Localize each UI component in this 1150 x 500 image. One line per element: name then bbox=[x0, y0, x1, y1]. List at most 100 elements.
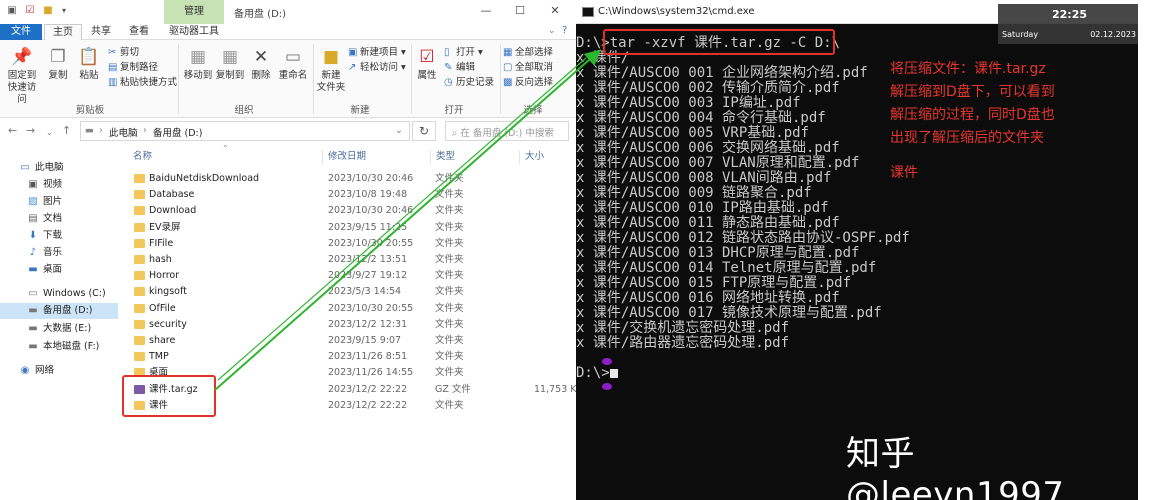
recent-dropdown-icon[interactable]: ⌄ bbox=[46, 126, 53, 140]
quick-access-dropdown-icon[interactable]: ▾ bbox=[58, 5, 70, 17]
edit-button[interactable]: ✎ 编辑 bbox=[444, 61, 475, 74]
tab-share[interactable]: 共享 bbox=[84, 24, 118, 40]
annotation-line: 解压缩到D盘下，可以看到 bbox=[890, 84, 1055, 100]
table-row[interactable]: FIFile 2023/10/30 20:55 文件夹 bbox=[118, 236, 576, 252]
folder-icon[interactable]: ■ bbox=[42, 5, 54, 17]
nav-item-network[interactable]: ◉ 网络 bbox=[0, 363, 118, 379]
table-row[interactable]: hash 2023/12/2 13:51 文件夹 bbox=[118, 252, 576, 268]
tab-view[interactable]: 查看 bbox=[122, 24, 156, 40]
paste-shortcut-button[interactable]: ▥ 粘贴快捷方式 bbox=[108, 76, 177, 89]
select-all-button[interactable]: ▦ 全部选择 bbox=[503, 46, 553, 59]
chevron-down-icon[interactable]: ⌄ bbox=[395, 125, 403, 136]
address-row: ← → ⌄ ↑ ▬ › 此电脑 › 备用盘 (D:) ⌄ ↻ ⌕ 在 备用盘 (… bbox=[0, 118, 576, 144]
tab-file[interactable]: 文件 bbox=[0, 24, 42, 40]
nav-item-videos[interactable]: ▣ 视频 bbox=[0, 177, 118, 193]
forward-icon[interactable]: → bbox=[26, 124, 35, 138]
column-header-size[interactable]: 大小 bbox=[525, 148, 544, 166]
table-row[interactable]: Download 2023/10/30 20:46 文件夹 bbox=[118, 203, 576, 219]
invert-selection-button[interactable]: ▩ 反向选择 bbox=[503, 76, 553, 89]
collapse-ribbon-icon[interactable]: ⌄ bbox=[548, 26, 556, 36]
table-row[interactable]: Horror 2023/9/27 19:12 文件夹 bbox=[118, 268, 576, 284]
easy-access-button[interactable]: ↗ 轻松访问 ▾ bbox=[348, 61, 406, 74]
paste-shortcut-icon: ▥ bbox=[108, 77, 118, 88]
file-modified: 2023/11/26 8:51 bbox=[328, 351, 408, 363]
back-icon[interactable]: ← bbox=[8, 124, 17, 138]
table-row[interactable]: OfFile 2023/10/30 20:55 文件夹 bbox=[118, 301, 576, 317]
column-separator[interactable] bbox=[430, 150, 431, 164]
close-icon[interactable]: ✕ bbox=[543, 3, 567, 19]
column-header-modified[interactable]: 修改日期 bbox=[328, 148, 366, 166]
column-separator[interactable] bbox=[322, 150, 323, 164]
table-row[interactable]: share 2023/9/15 9:07 文件夹 bbox=[118, 333, 576, 349]
nav-item-this-pc[interactable]: ▭ 此电脑 bbox=[0, 160, 118, 176]
paste-button[interactable]: 📋 粘贴 bbox=[75, 46, 103, 82]
console-line-text: x 课件/AUSCO0 006 交换网络基础.pdf bbox=[576, 140, 840, 156]
save-icon[interactable]: ▣ bbox=[6, 5, 18, 17]
clock-day: Saturday bbox=[1002, 30, 1039, 39]
table-row[interactable]: BaiduNetdiskDownload 2023/10/30 20:46 文件夹 bbox=[118, 171, 576, 187]
pin-icon: 📌 bbox=[11, 47, 33, 67]
new-folder-button[interactable]: ■ 新建 文件夹 bbox=[316, 46, 346, 94]
open-button[interactable]: ▯ 打开 ▾ bbox=[444, 46, 483, 59]
manage-tab[interactable]: 管理 bbox=[164, 0, 224, 24]
nav-item-drive-f[interactable]: ▬ 本地磁盘 (F:) bbox=[0, 339, 118, 355]
file-modified: 2023/9/15 11:25 bbox=[328, 221, 408, 233]
properties-button[interactable]: ☑ 属性 bbox=[414, 46, 440, 82]
file-modified: 2023/10/30 20:46 bbox=[328, 173, 414, 184]
table-row[interactable]: kingsoft 2023/5/3 14:54 文件夹 bbox=[118, 284, 576, 300]
cut-button[interactable]: ✂ 剪切 bbox=[108, 46, 139, 59]
console-line-text: x 课件/AUSCO0 003 IP编址.pdf bbox=[576, 95, 801, 111]
nav-item-drive-e[interactable]: ▬ 大数据 (E:) bbox=[0, 321, 118, 337]
search-input[interactable]: ⌕ 在 备用盘 (D:) 中搜索 bbox=[445, 121, 569, 141]
new-item-button[interactable]: ▣ 新建项目 ▾ bbox=[348, 46, 406, 59]
nav-item-music[interactable]: ♪ 音乐 bbox=[0, 245, 118, 261]
select-none-icon: ▢ bbox=[503, 62, 513, 73]
table-row[interactable]: security 2023/12/2 12:31 文件夹 bbox=[118, 317, 576, 333]
help-icon[interactable]: ? bbox=[562, 25, 567, 36]
console-output[interactable]: D:\>tar -xzvf 课件.tar.gz -C D:\ x 课件/x 课件/… bbox=[576, 36, 910, 381]
copy-icon: ❐ bbox=[50, 47, 66, 67]
table-row[interactable]: EV录屏 2023/9/15 11:25 文件夹 bbox=[118, 220, 576, 236]
check-icon[interactable]: ☑ bbox=[24, 5, 36, 17]
rename-button[interactable]: ▭ 重命名 bbox=[276, 46, 310, 82]
column-header-type[interactable]: 类型 bbox=[436, 148, 455, 166]
console-line-text: x 课件/AUSCO0 013 DHCP原理与配置.pdf bbox=[576, 245, 860, 261]
up-icon[interactable]: ↑ bbox=[62, 124, 71, 138]
copy-to-button[interactable]: ▦ 复制到 bbox=[214, 46, 246, 82]
nav-item-desktop[interactable]: ▬ 桌面 bbox=[0, 262, 118, 278]
maximize-icon[interactable]: ☐ bbox=[508, 3, 532, 19]
nav-label: 网络 bbox=[35, 365, 55, 376]
nav-item-drive-c[interactable]: ▭ Windows (C:) bbox=[0, 286, 118, 302]
paste-shortcut-label: 粘贴快捷方式 bbox=[120, 77, 178, 88]
nav-item-documents[interactable]: ▤ 文档 bbox=[0, 211, 118, 227]
minimize-icon[interactable]: — bbox=[474, 3, 498, 19]
copy-button[interactable]: ❐ 复制 bbox=[44, 46, 72, 82]
copy-path-button[interactable]: ▤ 复制路径 bbox=[108, 61, 158, 74]
move-to-button[interactable]: ▦ 移动到 bbox=[182, 46, 214, 82]
tab-drive-tools[interactable]: 驱动器工具 bbox=[164, 24, 224, 40]
console-line-text: x 课件/AUSCO0 014 Telnet原理与配置.pdf bbox=[576, 260, 877, 276]
table-row[interactable]: Database 2023/10/8 19:48 文件夹 bbox=[118, 187, 576, 203]
nav-item-drive-d[interactable]: ▬ 备用盘 (D:) bbox=[0, 303, 118, 319]
delete-button[interactable]: ✕ 删除 bbox=[248, 46, 274, 82]
console-line-text: x 课件/AUSCO0 015 FTP原理与配置.pdf bbox=[576, 275, 852, 291]
tab-home[interactable]: 主页 bbox=[44, 24, 82, 40]
breadcrumb-drive-d[interactable]: 备用盘 (D:) bbox=[153, 125, 202, 139]
file-type: 文件夹 bbox=[435, 302, 464, 314]
nav-item-downloads[interactable]: ⬇ 下载 bbox=[0, 228, 118, 244]
address-bar[interactable]: ▬ › 此电脑 › 备用盘 (D:) ⌄ bbox=[80, 121, 410, 141]
history-button[interactable]: ◷ 历史记录 bbox=[444, 76, 494, 89]
refresh-icon[interactable]: ↻ bbox=[412, 121, 436, 141]
select-none-button[interactable]: ▢ 全部取消 bbox=[503, 61, 553, 74]
file-type: 文件夹 bbox=[435, 286, 464, 298]
column-separator[interactable] bbox=[519, 150, 520, 164]
column-header-name[interactable]: 名称 bbox=[133, 148, 152, 166]
breadcrumb-this-pc[interactable]: 此电脑 bbox=[109, 125, 138, 139]
file-name: TMP bbox=[149, 351, 169, 363]
pin-quick-access-button[interactable]: 📌 固定到 快速访问 bbox=[4, 46, 40, 106]
clock-widget: 22:25 Saturday 02.12.2023 bbox=[998, 4, 1138, 44]
table-row[interactable]: TMP 2023/11/26 8:51 文件夹 bbox=[118, 349, 576, 365]
file-modified: 2023/10/30 20:55 bbox=[328, 302, 414, 314]
text-cursor bbox=[609, 369, 618, 378]
nav-item-pictures[interactable]: ▨ 图片 bbox=[0, 194, 118, 210]
